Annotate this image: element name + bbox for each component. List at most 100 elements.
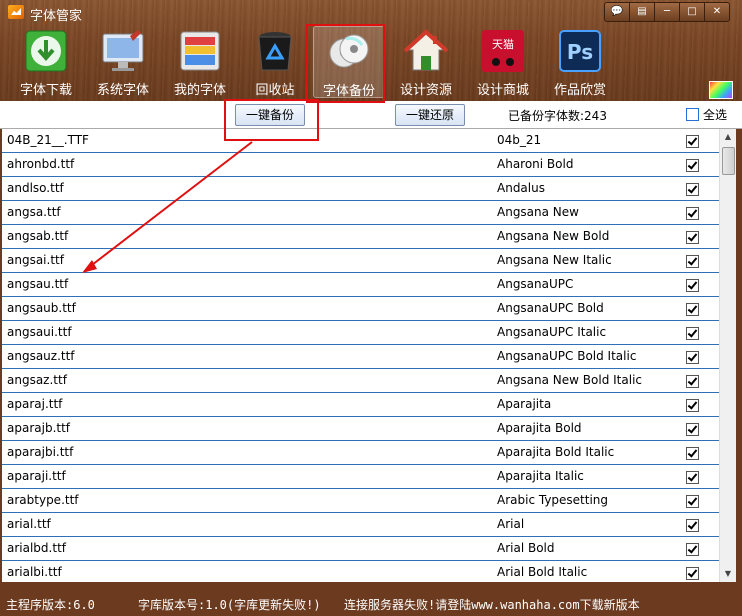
folder-icon xyxy=(180,31,220,71)
scroll-thumb[interactable] xyxy=(722,147,735,175)
recycle-bin-icon xyxy=(258,32,292,71)
tab-system-fonts[interactable]: 系统字体 xyxy=(88,26,158,98)
download-icon xyxy=(25,30,67,72)
row-checkbox[interactable] xyxy=(686,471,699,484)
font-list: 04B_21__.TTF 04b_21 ahronbd.ttf Aharoni Bol… xyxy=(2,129,719,582)
table-row[interactable]: aparajb.ttf Aparajita Bold xyxy=(2,417,719,441)
table-row[interactable]: angsau.ttf AngsanaUPC xyxy=(2,273,719,297)
row-checkbox[interactable] xyxy=(686,255,699,268)
font-display-name: AngsanaUPC Bold Italic xyxy=(497,349,637,363)
font-file-name: aparaji.ttf xyxy=(7,469,66,483)
window-title: 字体管家 xyxy=(30,9,83,24)
tab-design-resources[interactable]: 设计资源 xyxy=(391,26,461,98)
table-row[interactable]: andlso.ttf Andalus xyxy=(2,177,719,201)
restore-all-button[interactable]: 一键还原 xyxy=(395,104,465,126)
row-checkbox[interactable] xyxy=(686,543,699,556)
tab-design-mall[interactable]: 天猫 设计商城 xyxy=(468,26,538,98)
table-row[interactable]: arialbi.ttf Arial Bold Italic xyxy=(2,561,719,582)
row-checkbox[interactable] xyxy=(686,567,699,580)
select-all-box[interactable] xyxy=(686,108,699,121)
photoshop-icon: Ps xyxy=(559,30,601,72)
table-row[interactable]: angsaz.ttf Angsana New Bold Italic xyxy=(2,369,719,393)
window-controls: 💬 ▤ ─ □ ✕ xyxy=(604,2,730,22)
house-icon xyxy=(403,29,449,71)
row-checkbox[interactable] xyxy=(686,495,699,508)
table-row[interactable]: aparajbi.ttf Aparajita Bold Italic xyxy=(2,441,719,465)
font-display-name: 04b_21 xyxy=(497,133,542,147)
menu-icon[interactable]: ▤ xyxy=(629,2,655,22)
svg-text:天猫: 天猫 xyxy=(492,38,514,51)
font-file-name: angsai.ttf xyxy=(7,253,64,267)
row-checkbox[interactable] xyxy=(686,423,699,436)
tab-recycle-bin[interactable]: 回收站 xyxy=(240,26,310,98)
tab-my-fonts[interactable]: 我的字体 xyxy=(165,26,235,98)
row-checkbox[interactable] xyxy=(686,135,699,148)
table-row[interactable]: angsab.ttf Angsana New Bold xyxy=(2,225,719,249)
row-checkbox[interactable] xyxy=(686,399,699,412)
table-row[interactable]: angsai.ttf Angsana New Italic xyxy=(2,249,719,273)
app-window: 字体管家 💬 ▤ ─ □ ✕ 字体下载 系统字体 我的字体 回收站 字体备份 设… xyxy=(0,0,742,616)
close-icon[interactable]: ✕ xyxy=(704,2,730,22)
table-row[interactable]: ahronbd.ttf Aharoni Bold xyxy=(2,153,719,177)
font-display-name: Aparajita Italic xyxy=(497,469,584,483)
row-checkbox[interactable] xyxy=(686,207,699,220)
font-display-name: Andalus xyxy=(497,181,545,195)
row-checkbox[interactable] xyxy=(686,519,699,532)
font-file-name: angsauz.ttf xyxy=(7,349,75,363)
font-display-name: Angsana New Bold xyxy=(497,229,610,243)
tab-works-gallery[interactable]: Ps 作品欣赏 xyxy=(545,26,615,98)
skin-palette-icon[interactable] xyxy=(709,81,733,99)
font-display-name: Aparajita Bold Italic xyxy=(497,445,615,459)
row-checkbox[interactable] xyxy=(686,279,699,292)
table-row[interactable]: 04B_21__.TTF 04b_21 xyxy=(2,129,719,153)
scroll-down-icon[interactable]: ▼ xyxy=(720,566,736,582)
row-checkbox[interactable] xyxy=(686,327,699,340)
table-row[interactable]: arial.ttf Arial xyxy=(2,513,719,537)
row-checkbox[interactable] xyxy=(686,351,699,364)
tab-font-download[interactable]: 字体下载 xyxy=(11,26,81,98)
backup-count-label: 已备份字体数:243 xyxy=(508,109,607,123)
row-checkbox[interactable] xyxy=(686,183,699,196)
font-display-name: AngsanaUPC Bold xyxy=(497,301,604,315)
table-row[interactable]: aparaji.ttf Aparajita Italic xyxy=(2,465,719,489)
annotation-box-backup-tab xyxy=(306,24,385,103)
font-file-name: angsaz.ttf xyxy=(7,373,67,387)
font-file-name: 04B_21__.TTF xyxy=(7,133,89,147)
font-file-name: arialbd.ttf xyxy=(7,541,66,555)
table-row[interactable]: angsaui.ttf AngsanaUPC Italic xyxy=(2,321,719,345)
select-all-label: 全选 xyxy=(703,108,728,122)
font-file-name: angsaui.ttf xyxy=(7,325,72,339)
font-display-name: Angsana New Italic xyxy=(497,253,612,267)
action-bar: 一键备份 一键还原 已备份字体数:243 全选 xyxy=(0,101,742,129)
row-checkbox[interactable] xyxy=(686,303,699,316)
feedback-icon[interactable]: 💬 xyxy=(604,2,630,22)
row-checkbox[interactable] xyxy=(686,159,699,172)
table-row[interactable]: arialbd.ttf Arial Bold xyxy=(2,537,719,561)
font-file-name: arialbi.ttf xyxy=(7,565,62,579)
font-display-name: AngsanaUPC xyxy=(497,277,574,291)
table-row[interactable]: arabtype.ttf Arabic Typesetting xyxy=(2,489,719,513)
row-checkbox[interactable] xyxy=(686,231,699,244)
font-display-name: Aparajita xyxy=(497,397,552,411)
scroll-up-icon[interactable]: ▲ xyxy=(720,129,736,145)
table-row[interactable]: angsaub.ttf AngsanaUPC Bold xyxy=(2,297,719,321)
status-bar: 主程序版本:6.0 字库版本号:1.0(字库更新失败!) 连接服务器失败!请登陆… xyxy=(0,592,742,616)
list-scrollbar[interactable]: ▲ ▼ xyxy=(719,129,736,582)
font-file-name: angsaub.ttf xyxy=(7,301,76,315)
maximize-icon[interactable]: □ xyxy=(679,2,705,22)
font-file-name: angsau.ttf xyxy=(7,277,69,291)
font-file-name: aparajb.ttf xyxy=(7,421,71,435)
font-display-name: Angsana New xyxy=(497,205,579,219)
row-checkbox[interactable] xyxy=(686,447,699,460)
connection-status: 连接服务器失败!请登陆www.wanhaha.com下载新版本 xyxy=(344,598,640,612)
row-checkbox[interactable] xyxy=(686,375,699,388)
select-all-checkbox[interactable]: 全选 xyxy=(686,106,727,123)
font-file-name: ahronbd.ttf xyxy=(7,157,75,171)
table-row[interactable]: angsa.ttf Angsana New xyxy=(2,201,719,225)
table-row[interactable]: angsauz.ttf AngsanaUPC Bold Italic xyxy=(2,345,719,369)
minimize-icon[interactable]: ─ xyxy=(654,2,680,22)
font-display-name: Arial Bold xyxy=(497,541,555,555)
table-row[interactable]: aparaj.ttf Aparajita xyxy=(2,393,719,417)
font-display-name: Arial xyxy=(497,517,525,531)
font-file-name: angsab.ttf xyxy=(7,229,69,243)
